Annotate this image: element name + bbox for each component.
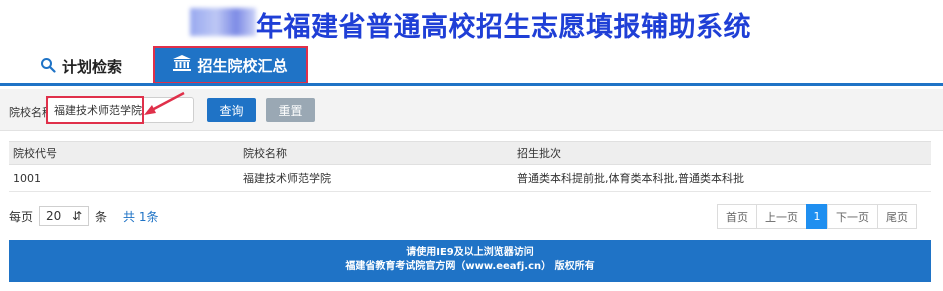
cell-school-name: 福建技术师范学院 [243,172,331,185]
current-page-button[interactable]: 1 [806,204,828,229]
total-count: 共 1条 [123,209,159,224]
per-page-label: 每页 [9,209,34,224]
last-page-button[interactable]: 尾页 [877,204,917,229]
updown-icon: ⇵ [71,209,83,223]
table-row[interactable]: 1001 福建技术师范学院 普通类本科提前批,体育类本科批,普通类本科批 [9,165,931,192]
table-header: 院校代号 院校名称 招生批次 [9,141,931,165]
search-icon [40,57,56,77]
tab-plan-search[interactable]: 计划检索 [40,56,122,77]
tab-underline [0,83,943,86]
page-size-control: 每页 20 ⇵ 条 共 1条 [9,206,158,226]
tab-school-summary-label: 招生院校汇总 [197,56,288,75]
tab-plan-search-label: 计划检索 [62,58,123,76]
next-page-button[interactable]: 下一页 [827,204,878,229]
cell-school-code: 1001 [13,171,41,185]
header-batch: 招生批次 [517,147,561,160]
search-filter-bar: 院校名称 查询 重置 [0,89,943,131]
cell-batch: 普通类本科提前批,体育类本科批,普通类本科批 [517,172,744,185]
first-page-button[interactable]: 首页 [717,204,757,229]
institution-icon [173,55,192,75]
page-title: 年福建省普通高校招生志愿填报辅助系统 [256,12,751,43]
reset-button[interactable]: 重置 [266,98,315,122]
footer-copyright: 福建省教育考试院官方网（www.eeafj.cn） 版权所有 [345,261,595,272]
page-footer: 请使用IE9及以上浏览器访问 福建省教育考试院官方网（www.eeafj.cn）… [9,240,931,282]
prev-page-button[interactable]: 上一页 [756,204,807,229]
page-size-select[interactable]: 20 ⇵ [39,206,90,226]
annotation-arrow [144,91,185,115]
tab-bar: 计划检索 招生院校汇总 [0,44,943,86]
page-size-value: 20 [46,209,62,223]
page-header: 年福建省普通高校招生志愿填报辅助系统 [0,0,943,44]
pagination: 首页 上一页 1 下一页 尾页 [717,204,917,229]
query-button[interactable]: 查询 [207,98,256,122]
unit-label: 条 [95,209,108,224]
header-school-code: 院校代号 [13,147,57,160]
results-table: 院校代号 院校名称 招生批次 1001 福建技术师范学院 普通类本科提前批,体育… [9,141,931,192]
footer-browser-note: 请使用IE9及以上浏览器访问 [406,247,534,258]
title-year-redacted [190,8,256,36]
tab-school-summary[interactable]: 招生院校汇总 [153,46,308,84]
header-school-name: 院校名称 [243,147,287,160]
